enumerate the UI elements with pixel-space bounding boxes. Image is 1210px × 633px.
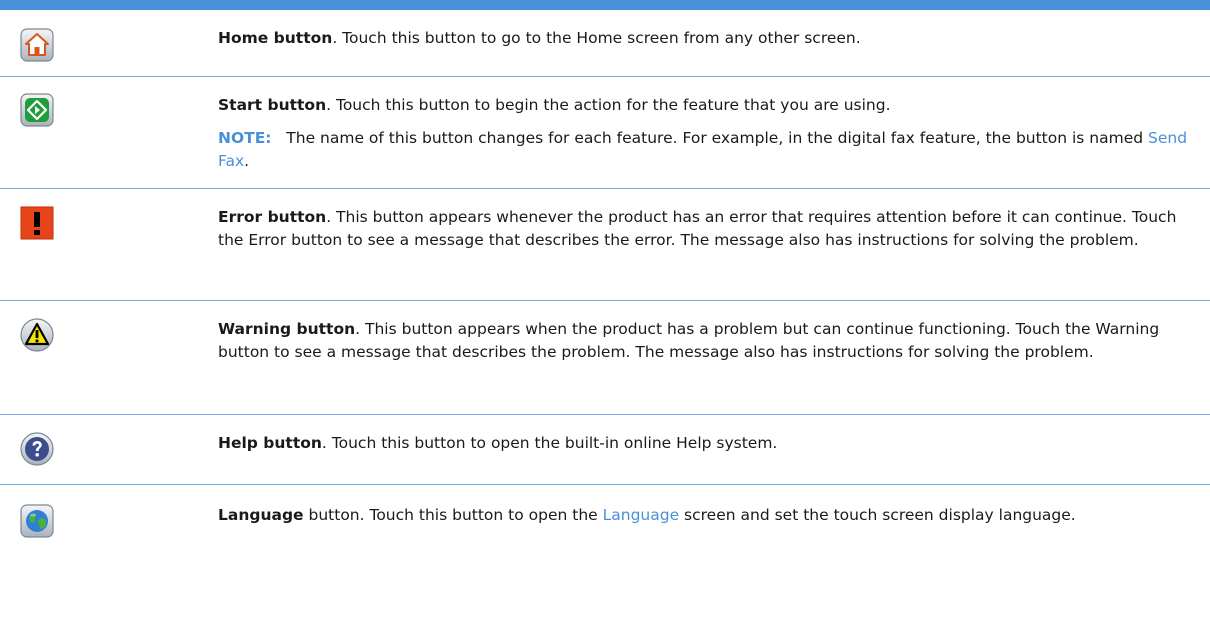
- help-title: Help button: [218, 434, 322, 452]
- start-icon: [20, 93, 54, 127]
- home-title: Home button: [218, 29, 333, 47]
- icon-cell: [0, 189, 218, 300]
- icon-cell: [0, 415, 218, 484]
- note-end: .: [244, 152, 250, 170]
- icon-cell: [0, 10, 218, 76]
- help-icon: [20, 432, 54, 466]
- error-text: . This button appears whenever the produ…: [218, 208, 1177, 249]
- language-description: Language button. Touch this button to op…: [218, 504, 1188, 527]
- language-text-before: button. Touch this button to open the: [303, 506, 603, 524]
- description-cell: Help button. Touch this button to open t…: [218, 415, 1210, 484]
- language-link[interactable]: Language: [603, 506, 680, 524]
- icon-cell: [0, 485, 218, 630]
- warning-icon: [20, 318, 54, 352]
- home-icon: [20, 28, 54, 62]
- error-description: Error button. This button appears whenev…: [218, 206, 1188, 252]
- home-text: . Touch this button to go to the Home sc…: [332, 29, 861, 47]
- table-row: Start button. Touch this button to begin…: [0, 77, 1210, 189]
- description-cell: Error button. This button appears whenev…: [218, 189, 1210, 300]
- description-cell: Start button. Touch this button to begin…: [218, 77, 1210, 188]
- start-description: Start button. Touch this button to begin…: [218, 94, 1188, 117]
- error-title: Error button: [218, 208, 327, 226]
- warning-text: . This button appears when the product h…: [218, 320, 1160, 361]
- table-row: Language button. Touch this button to op…: [0, 485, 1210, 630]
- start-note: NOTE: The name of this button changes fo…: [218, 127, 1188, 173]
- table-row: Warning button. This button appears when…: [0, 301, 1210, 415]
- description-cell: Warning button. This button appears when…: [218, 301, 1210, 414]
- warning-title: Warning button: [218, 320, 356, 338]
- note-label: NOTE:: [218, 129, 272, 147]
- top-accent-bar: [0, 0, 1210, 10]
- button-description-table: Home button. Touch this button to go to …: [0, 10, 1210, 630]
- warning-description: Warning button. This button appears when…: [218, 318, 1188, 364]
- table-row: Error button. This button appears whenev…: [0, 189, 1210, 301]
- table-row: Help button. Touch this button to open t…: [0, 415, 1210, 485]
- home-description: Home button. Touch this button to go to …: [218, 27, 1188, 50]
- globe-icon: [20, 504, 54, 538]
- description-cell: Language button. Touch this button to op…: [218, 485, 1210, 630]
- document-page: Home button. Touch this button to go to …: [0, 0, 1210, 633]
- note-text: The name of this button changes for each…: [271, 129, 1149, 147]
- language-text-after: screen and set the touch screen display …: [679, 506, 1076, 524]
- error-icon: [20, 206, 54, 240]
- language-title: Language: [218, 506, 304, 524]
- start-text: . Touch this button to begin the action …: [326, 96, 891, 114]
- start-title: Start button: [218, 96, 327, 114]
- icon-cell: [0, 77, 218, 188]
- icon-cell: [0, 301, 218, 414]
- help-description: Help button. Touch this button to open t…: [218, 432, 1188, 455]
- description-cell: Home button. Touch this button to go to …: [218, 10, 1210, 76]
- help-text: . Touch this button to open the built-in…: [321, 434, 778, 452]
- table-row: Home button. Touch this button to go to …: [0, 10, 1210, 77]
